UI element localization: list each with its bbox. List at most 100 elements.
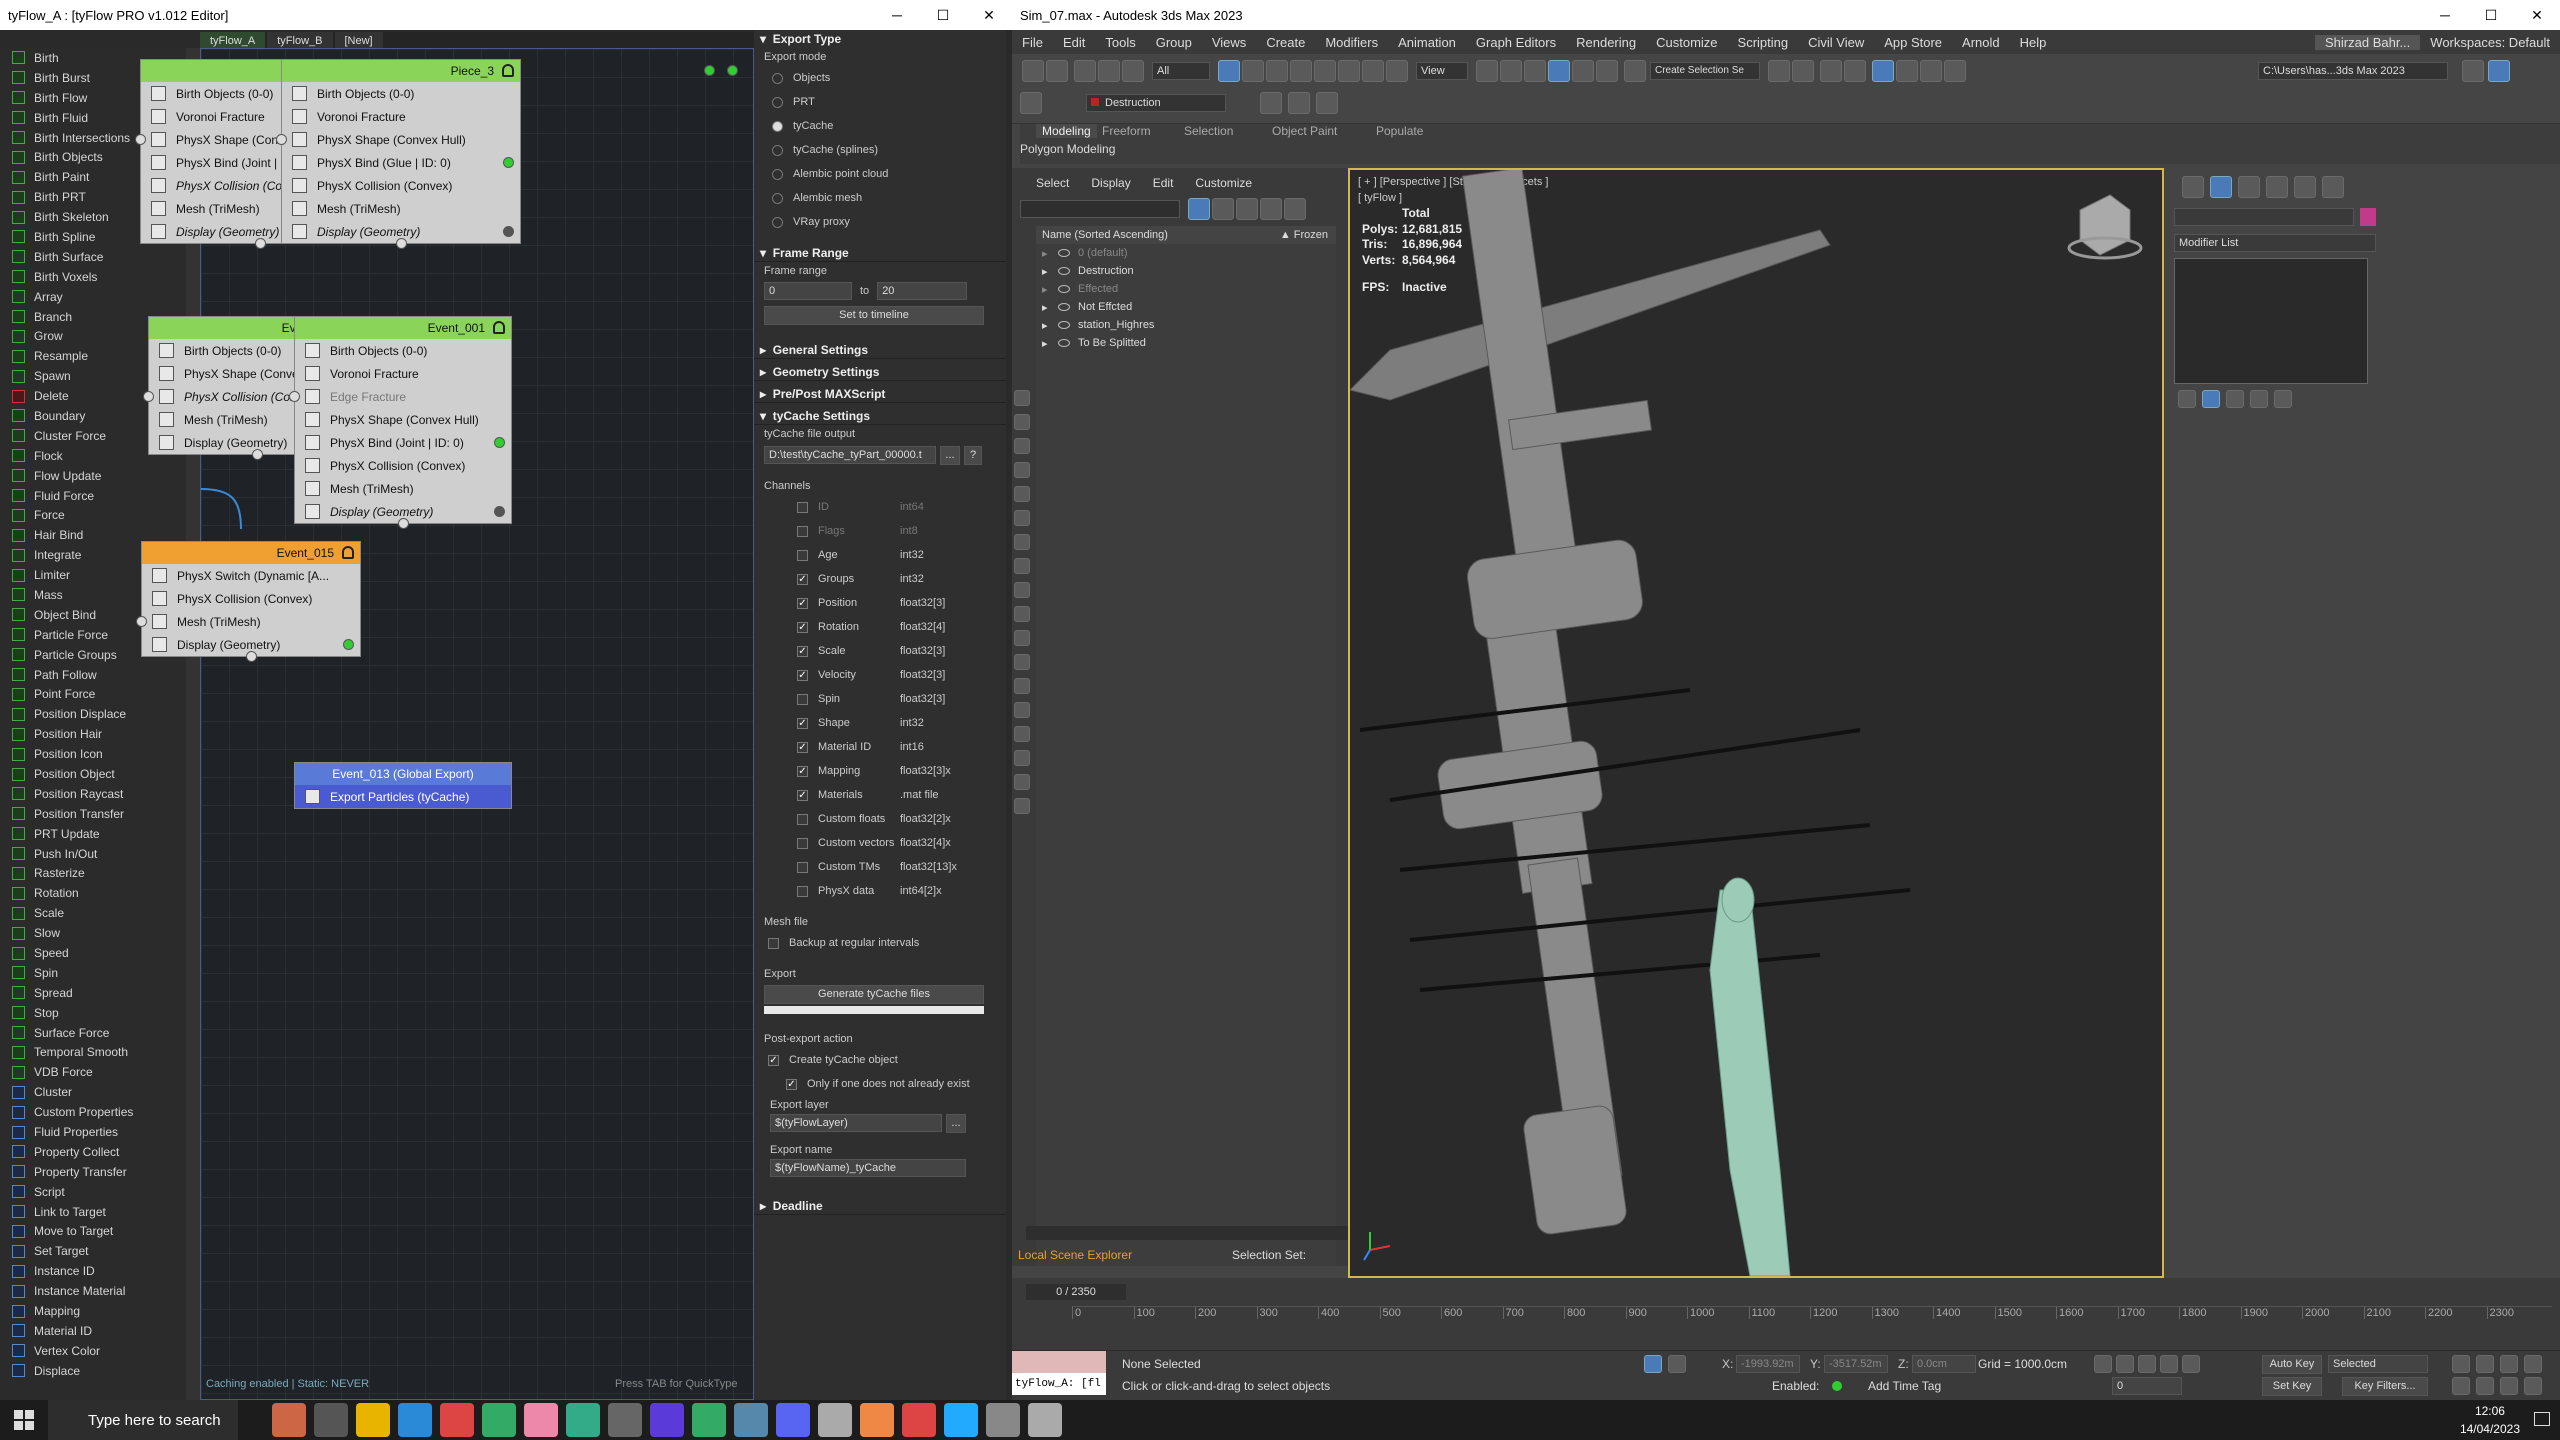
bind-spacewarp-icon[interactable] bbox=[1122, 60, 1144, 82]
operator-item[interactable]: PRT Update bbox=[0, 824, 190, 844]
tycache-output-field[interactable]: D:\test\tyCache_tyPart_00000.t bbox=[764, 446, 936, 464]
channel-row[interactable]: Flags int8 bbox=[754, 519, 1006, 543]
modifier-list-dropdown[interactable]: Modifier List bbox=[2174, 234, 2376, 252]
explorer-hscroll[interactable] bbox=[1026, 1226, 1348, 1240]
operator-item[interactable]: Slow bbox=[0, 923, 190, 943]
close-icon[interactable]: ✕ bbox=[2514, 7, 2560, 24]
eye-icon[interactable] bbox=[1058, 303, 1070, 311]
operator-item[interactable]: Scale bbox=[0, 903, 190, 923]
explorer-filter-icon[interactable] bbox=[1014, 702, 1030, 718]
operator-item[interactable]: Rasterize bbox=[0, 864, 190, 884]
radio-icon[interactable] bbox=[772, 216, 783, 228]
menu-graph-editors[interactable]: Graph Editors bbox=[1466, 35, 1566, 50]
channel-checkbox[interactable] bbox=[797, 885, 808, 897]
channel-checkbox[interactable]: ✓ bbox=[797, 645, 808, 657]
rotate-icon[interactable] bbox=[1338, 60, 1360, 82]
create-object-row[interactable]: ✓ Create tyCache object bbox=[754, 1048, 1006, 1072]
operator-item[interactable]: Position Icon bbox=[0, 744, 190, 764]
add-layer-icon[interactable] bbox=[1236, 198, 1258, 220]
channel-row[interactable]: ✓ Shape int32 bbox=[754, 711, 1006, 735]
expand-icon[interactable]: ▸ bbox=[1042, 301, 1052, 314]
explorer-filter-icon[interactable] bbox=[1014, 582, 1030, 598]
orbit-icon[interactable] bbox=[2500, 1377, 2518, 1395]
operator-row[interactable]: Edge Fracture bbox=[295, 385, 511, 408]
explorer-footer[interactable]: Local Scene Explorer bbox=[1018, 1248, 1132, 1262]
section-export-type[interactable]: ▾ Export Type bbox=[754, 30, 1006, 48]
menu-modifiers[interactable]: Modifiers bbox=[1315, 35, 1388, 50]
channel-row[interactable]: Age int32 bbox=[754, 543, 1006, 567]
start-icon[interactable] bbox=[14, 1410, 34, 1430]
channel-checkbox[interactable] bbox=[797, 693, 808, 705]
go-to-end-icon[interactable] bbox=[2182, 1355, 2200, 1373]
menu-views[interactable]: Views bbox=[1202, 35, 1256, 50]
output-port-icon[interactable] bbox=[343, 639, 354, 650]
node-header[interactable]: Event_001 bbox=[295, 317, 511, 339]
menu-group[interactable]: Group bbox=[1146, 35, 1202, 50]
channel-checkbox[interactable]: ✓ bbox=[797, 789, 808, 801]
layer-row[interactable]: ▸ 0 (default) bbox=[1036, 244, 1336, 262]
operator-row[interactable]: Birth Objects (0-0) bbox=[282, 82, 520, 105]
section-frame-range[interactable]: ▾ Frame Range bbox=[754, 244, 1006, 262]
browse-button[interactable]: ... bbox=[940, 445, 960, 465]
taskbar-app-icon[interactable] bbox=[860, 1403, 894, 1437]
ribbon-tab-freeform[interactable]: Freeform bbox=[1102, 124, 1151, 138]
keyboard-shortcut-icon[interactable] bbox=[1500, 60, 1522, 82]
object-color-swatch[interactable] bbox=[2360, 208, 2376, 226]
angle-snap-icon[interactable] bbox=[1548, 60, 1570, 82]
taskbar-app-icon[interactable] bbox=[818, 1403, 852, 1437]
taskbar-app-icon[interactable] bbox=[356, 1403, 390, 1437]
operator-item[interactable]: Position Transfer bbox=[0, 804, 190, 824]
z-coordinate[interactable]: 0.0cm bbox=[1912, 1355, 1976, 1373]
menu-tools[interactable]: Tools bbox=[1095, 35, 1145, 50]
only-if-checkbox[interactable]: ✓ bbox=[786, 1078, 797, 1090]
filter-icon[interactable] bbox=[1188, 198, 1210, 220]
taskbar-app-icon[interactable] bbox=[650, 1403, 684, 1437]
viewport-layout-icon[interactable] bbox=[2488, 60, 2510, 82]
layer-row[interactable]: ▸ Destruction bbox=[1036, 262, 1336, 280]
node-piece3[interactable]: Piece_3 Birth Objects (0-0) Voronoi Fractu… bbox=[276, 59, 521, 249]
window-crossing-icon[interactable] bbox=[1290, 60, 1312, 82]
edit-named-sets-icon[interactable] bbox=[1624, 60, 1646, 82]
select-by-name-icon[interactable] bbox=[1242, 60, 1264, 82]
zoom-extents-icon[interactable] bbox=[2500, 1355, 2518, 1373]
export-mode-option[interactable]: VRay proxy bbox=[754, 210, 1006, 234]
menu-arnold[interactable]: Arnold bbox=[1952, 35, 2010, 50]
maximize-icon[interactable]: ☐ bbox=[2468, 7, 2514, 24]
explorer-filter-icon[interactable] bbox=[1014, 534, 1030, 550]
configure-sets-icon[interactable] bbox=[2274, 390, 2292, 408]
display-tab-icon[interactable] bbox=[2294, 176, 2316, 198]
taskbar-app-icon[interactable] bbox=[986, 1403, 1020, 1437]
time-slider[interactable]: 0 / 2350 bbox=[1026, 1284, 1126, 1300]
operator-row[interactable]: Birth Objects (0-0) bbox=[295, 339, 511, 362]
explorer-tab-display[interactable]: Display bbox=[1091, 176, 1130, 190]
modify-tab-icon[interactable] bbox=[2210, 176, 2232, 198]
taskbar-app-icon[interactable] bbox=[944, 1403, 978, 1437]
channel-row[interactable]: ID int64 bbox=[754, 495, 1006, 519]
utilities-tab-icon[interactable] bbox=[2322, 176, 2344, 198]
modifier-stack[interactable] bbox=[2174, 258, 2368, 384]
operator-item[interactable]: Point Force bbox=[0, 685, 190, 705]
x-coordinate[interactable]: -1993.92m bbox=[1736, 1355, 1800, 1373]
radio-icon[interactable] bbox=[772, 72, 783, 84]
channel-checkbox[interactable] bbox=[797, 501, 808, 513]
go-to-start-icon[interactable] bbox=[2094, 1355, 2112, 1373]
notification-icon[interactable] bbox=[2534, 1412, 2550, 1426]
close-icon[interactable]: ✕ bbox=[966, 7, 1012, 24]
explorer-filter-icon[interactable] bbox=[1014, 726, 1030, 742]
operator-item[interactable]: Move to Target bbox=[0, 1222, 190, 1242]
layer-manager-icon[interactable] bbox=[1284, 198, 1306, 220]
taskbar-app-icon[interactable] bbox=[902, 1403, 936, 1437]
explorer-filter-icon[interactable] bbox=[1014, 438, 1030, 454]
channel-checkbox[interactable] bbox=[797, 861, 808, 873]
taskbar-app-icon[interactable] bbox=[566, 1403, 600, 1437]
operator-item[interactable]: Displace bbox=[0, 1361, 190, 1381]
node-event001[interactable]: Event_001 Birth Objects (0-0) Voronoi Frac… bbox=[289, 316, 512, 529]
event-input-port[interactable] bbox=[143, 391, 154, 402]
channel-checkbox[interactable]: ✓ bbox=[797, 669, 808, 681]
radio-icon[interactable] bbox=[772, 120, 783, 132]
ribbon-polygon-modeling[interactable]: Polygon Modeling bbox=[1020, 142, 1115, 156]
operator-item[interactable]: Array bbox=[0, 287, 190, 307]
menu-file[interactable]: File bbox=[1012, 35, 1053, 50]
operator-row[interactable]: Mesh (TriMesh) bbox=[282, 197, 520, 220]
object-name-field[interactable] bbox=[2174, 208, 2354, 226]
